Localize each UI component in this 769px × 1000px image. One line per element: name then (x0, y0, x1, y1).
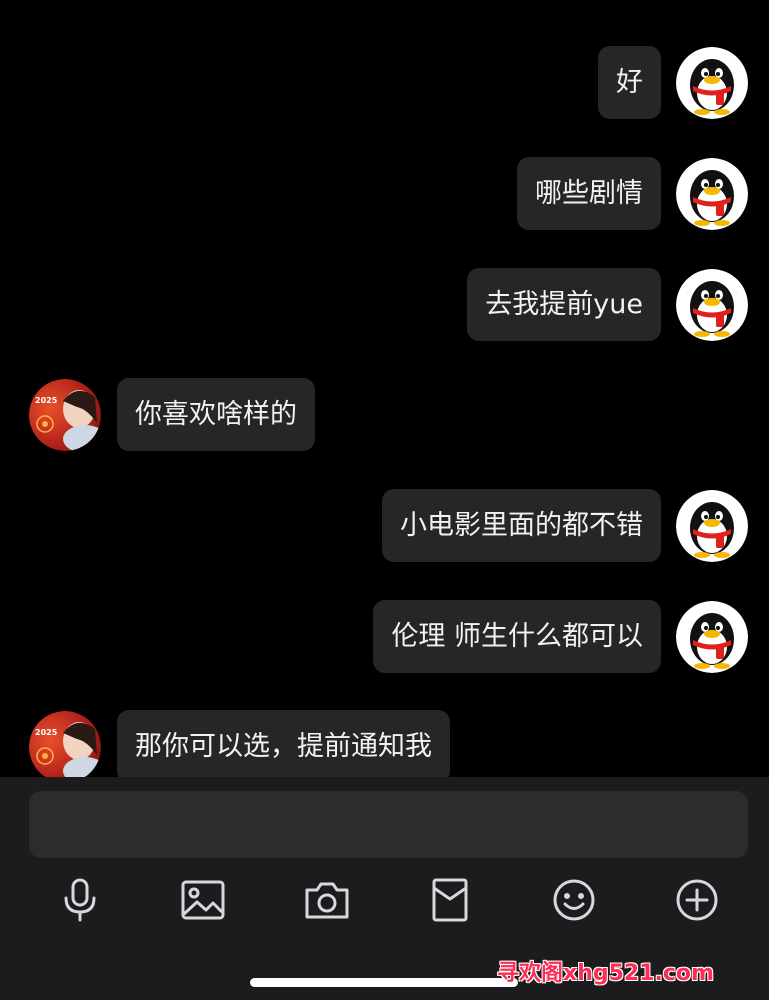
message-incoming: 2025 你喜欢啥样的 (0, 377, 769, 452)
message-input[interactable] (29, 791, 748, 858)
avatar-badge-text: 2025 (35, 396, 58, 405)
qq-penguin-avatar[interactable] (676, 601, 748, 673)
message-outgoing: 伦理 师生什么都可以 (0, 599, 769, 674)
plus-icon[interactable] (674, 877, 720, 923)
image-icon[interactable] (180, 877, 226, 923)
message-bubble[interactable]: 哪些剧情 (517, 157, 661, 230)
chat-composer: 寻欢阁xhg521.com (0, 777, 769, 1000)
red-packet-icon[interactable] (427, 877, 473, 923)
avatar-badge-text: 2025 (35, 728, 58, 737)
message-bubble[interactable]: 伦理 师生什么都可以 (373, 600, 661, 673)
message-list[interactable]: 好 哪些剧情 去我提前yue 2025 你喜欢啥样的 小电影里面的都不错 伦理 … (0, 0, 769, 777)
message-bubble[interactable]: 小电影里面的都不错 (382, 489, 661, 562)
qq-penguin-avatar[interactable] (676, 158, 748, 230)
message-outgoing: 哪些剧情 (0, 156, 769, 231)
emoji-icon[interactable] (551, 877, 597, 923)
qq-penguin-avatar[interactable] (676, 47, 748, 119)
message-bubble[interactable]: 好 (598, 46, 661, 119)
qq-penguin-avatar[interactable] (676, 490, 748, 562)
qq-penguin-avatar[interactable] (676, 269, 748, 341)
message-outgoing: 好 (0, 45, 769, 120)
contact-photo-avatar[interactable]: 2025 (29, 379, 101, 451)
chat-screen: 好 哪些剧情 去我提前yue 2025 你喜欢啥样的 小电影里面的都不错 伦理 … (0, 0, 769, 1000)
message-bubble[interactable]: 你喜欢啥样的 (117, 378, 315, 451)
contact-photo-avatar[interactable]: 2025 (29, 711, 101, 777)
microphone-icon[interactable] (57, 877, 103, 923)
watermark-text: 寻欢阁xhg521.com (497, 961, 714, 986)
message-outgoing: 去我提前yue (0, 267, 769, 342)
message-bubble[interactable]: 去我提前yue (467, 268, 661, 341)
message-outgoing: 小电影里面的都不错 (0, 488, 769, 563)
home-indicator[interactable] (250, 978, 518, 987)
message-incoming: 2025 那你可以选，提前通知我 (0, 709, 769, 777)
message-bubble[interactable]: 那你可以选，提前通知我 (117, 710, 450, 777)
camera-icon[interactable] (304, 877, 350, 923)
